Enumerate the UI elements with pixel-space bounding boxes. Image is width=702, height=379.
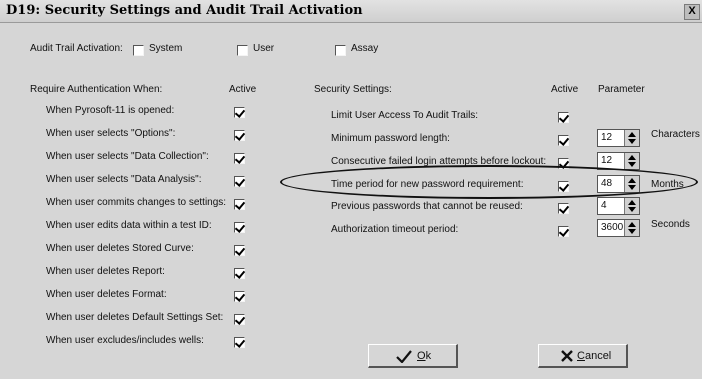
security-item-checkbox[interactable] (558, 112, 569, 123)
audit-assay-label: Assay (351, 43, 379, 54)
audit-user-label: User (253, 43, 275, 54)
audit-user-checkbox[interactable] (237, 45, 248, 56)
spin-arrows-icon[interactable] (624, 198, 639, 214)
security-item-label: Minimum password length: (331, 133, 450, 144)
auth-item-checkbox[interactable] (234, 176, 245, 187)
window-title: D19: Security Settings and Audit Trail A… (6, 3, 363, 18)
stepper-value: 12 (601, 155, 613, 166)
stepper-value: 3600 (601, 222, 624, 233)
auth-item-checkbox[interactable] (234, 153, 245, 164)
auth-item-checkbox[interactable] (234, 245, 245, 256)
auth-item-checkbox[interactable] (234, 107, 245, 118)
auth-item-checkbox[interactable] (234, 314, 245, 325)
highlight-ellipse (280, 165, 698, 199)
x-icon (561, 350, 573, 362)
min-password-length-stepper[interactable]: 12 (597, 129, 640, 147)
security-item-checkbox[interactable] (558, 203, 569, 214)
auth-active-header: Active (229, 84, 257, 95)
auth-item-label: When user deletes Default Settings Set: (46, 312, 224, 323)
password-reuse-stepper[interactable]: 4 (597, 197, 640, 215)
auth-item-label: When user deletes Stored Curve: (46, 243, 194, 254)
stepper-value: 4 (601, 200, 607, 211)
title-bar: D19: Security Settings and Audit Trail A… (0, 0, 702, 23)
auth-item-label: When Pyrosoft-11 is opened: (46, 105, 175, 116)
spin-arrows-icon[interactable] (624, 130, 639, 146)
auth-item-checkbox[interactable] (234, 130, 245, 141)
dialog-window: D19: Security Settings and Audit Trail A… (0, 0, 702, 379)
unit-label: Characters (651, 129, 700, 140)
security-item-checkbox[interactable] (558, 135, 569, 146)
auth-item-checkbox[interactable] (234, 291, 245, 302)
cancel-button-label: Cancel (577, 350, 612, 362)
timeout-stepper[interactable]: 3600 (597, 219, 640, 237)
ok-button-label: Ok (417, 350, 432, 362)
auth-item-checkbox[interactable] (234, 337, 245, 348)
auth-item-label: When user selects "Options": (46, 128, 176, 139)
audit-system-label: System (149, 43, 183, 54)
auth-item-label: When user selects "Data Collection": (46, 151, 209, 162)
auth-item-label: When user excludes/includes wells: (46, 335, 204, 346)
auth-item-label: When user deletes Format: (46, 289, 167, 300)
auth-item-label: When user commits changes to settings: (46, 197, 227, 208)
cancel-button[interactable]: Cancel (538, 344, 628, 368)
audit-assay-checkbox[interactable] (335, 45, 346, 56)
security-section-header: Security Settings: (314, 84, 392, 95)
auth-item-label: When user deletes Report: (46, 266, 165, 277)
auth-item-checkbox[interactable] (234, 199, 245, 210)
security-item-label: Limit User Access To Audit Trails: (331, 110, 479, 121)
unit-label: Seconds (651, 219, 690, 230)
spin-arrows-icon[interactable] (624, 220, 639, 236)
close-button[interactable]: X (684, 4, 700, 20)
audit-trail-label: Audit Trail Activation: (30, 43, 123, 54)
auth-item-label: When user edits data within a test ID: (46, 220, 212, 231)
stepper-value: 12 (601, 132, 613, 143)
security-item-label: Previous passwords that cannot be reused… (331, 201, 523, 212)
security-parameter-header: Parameter (598, 84, 645, 95)
auth-item-checkbox[interactable] (234, 222, 245, 233)
security-active-header: Active (551, 84, 579, 95)
security-item-checkbox[interactable] (558, 226, 569, 237)
security-item-label: Authorization timeout period: (331, 224, 459, 235)
checkmark-icon (396, 350, 412, 363)
ok-button[interactable]: Ok (368, 344, 458, 368)
audit-system-checkbox[interactable] (133, 45, 144, 56)
auth-item-label: When user selects "Data Analysis": (46, 174, 202, 185)
auth-section-header: Require Authentication When: (30, 84, 163, 95)
spin-arrows-icon[interactable] (624, 153, 639, 169)
auth-item-checkbox[interactable] (234, 268, 245, 279)
